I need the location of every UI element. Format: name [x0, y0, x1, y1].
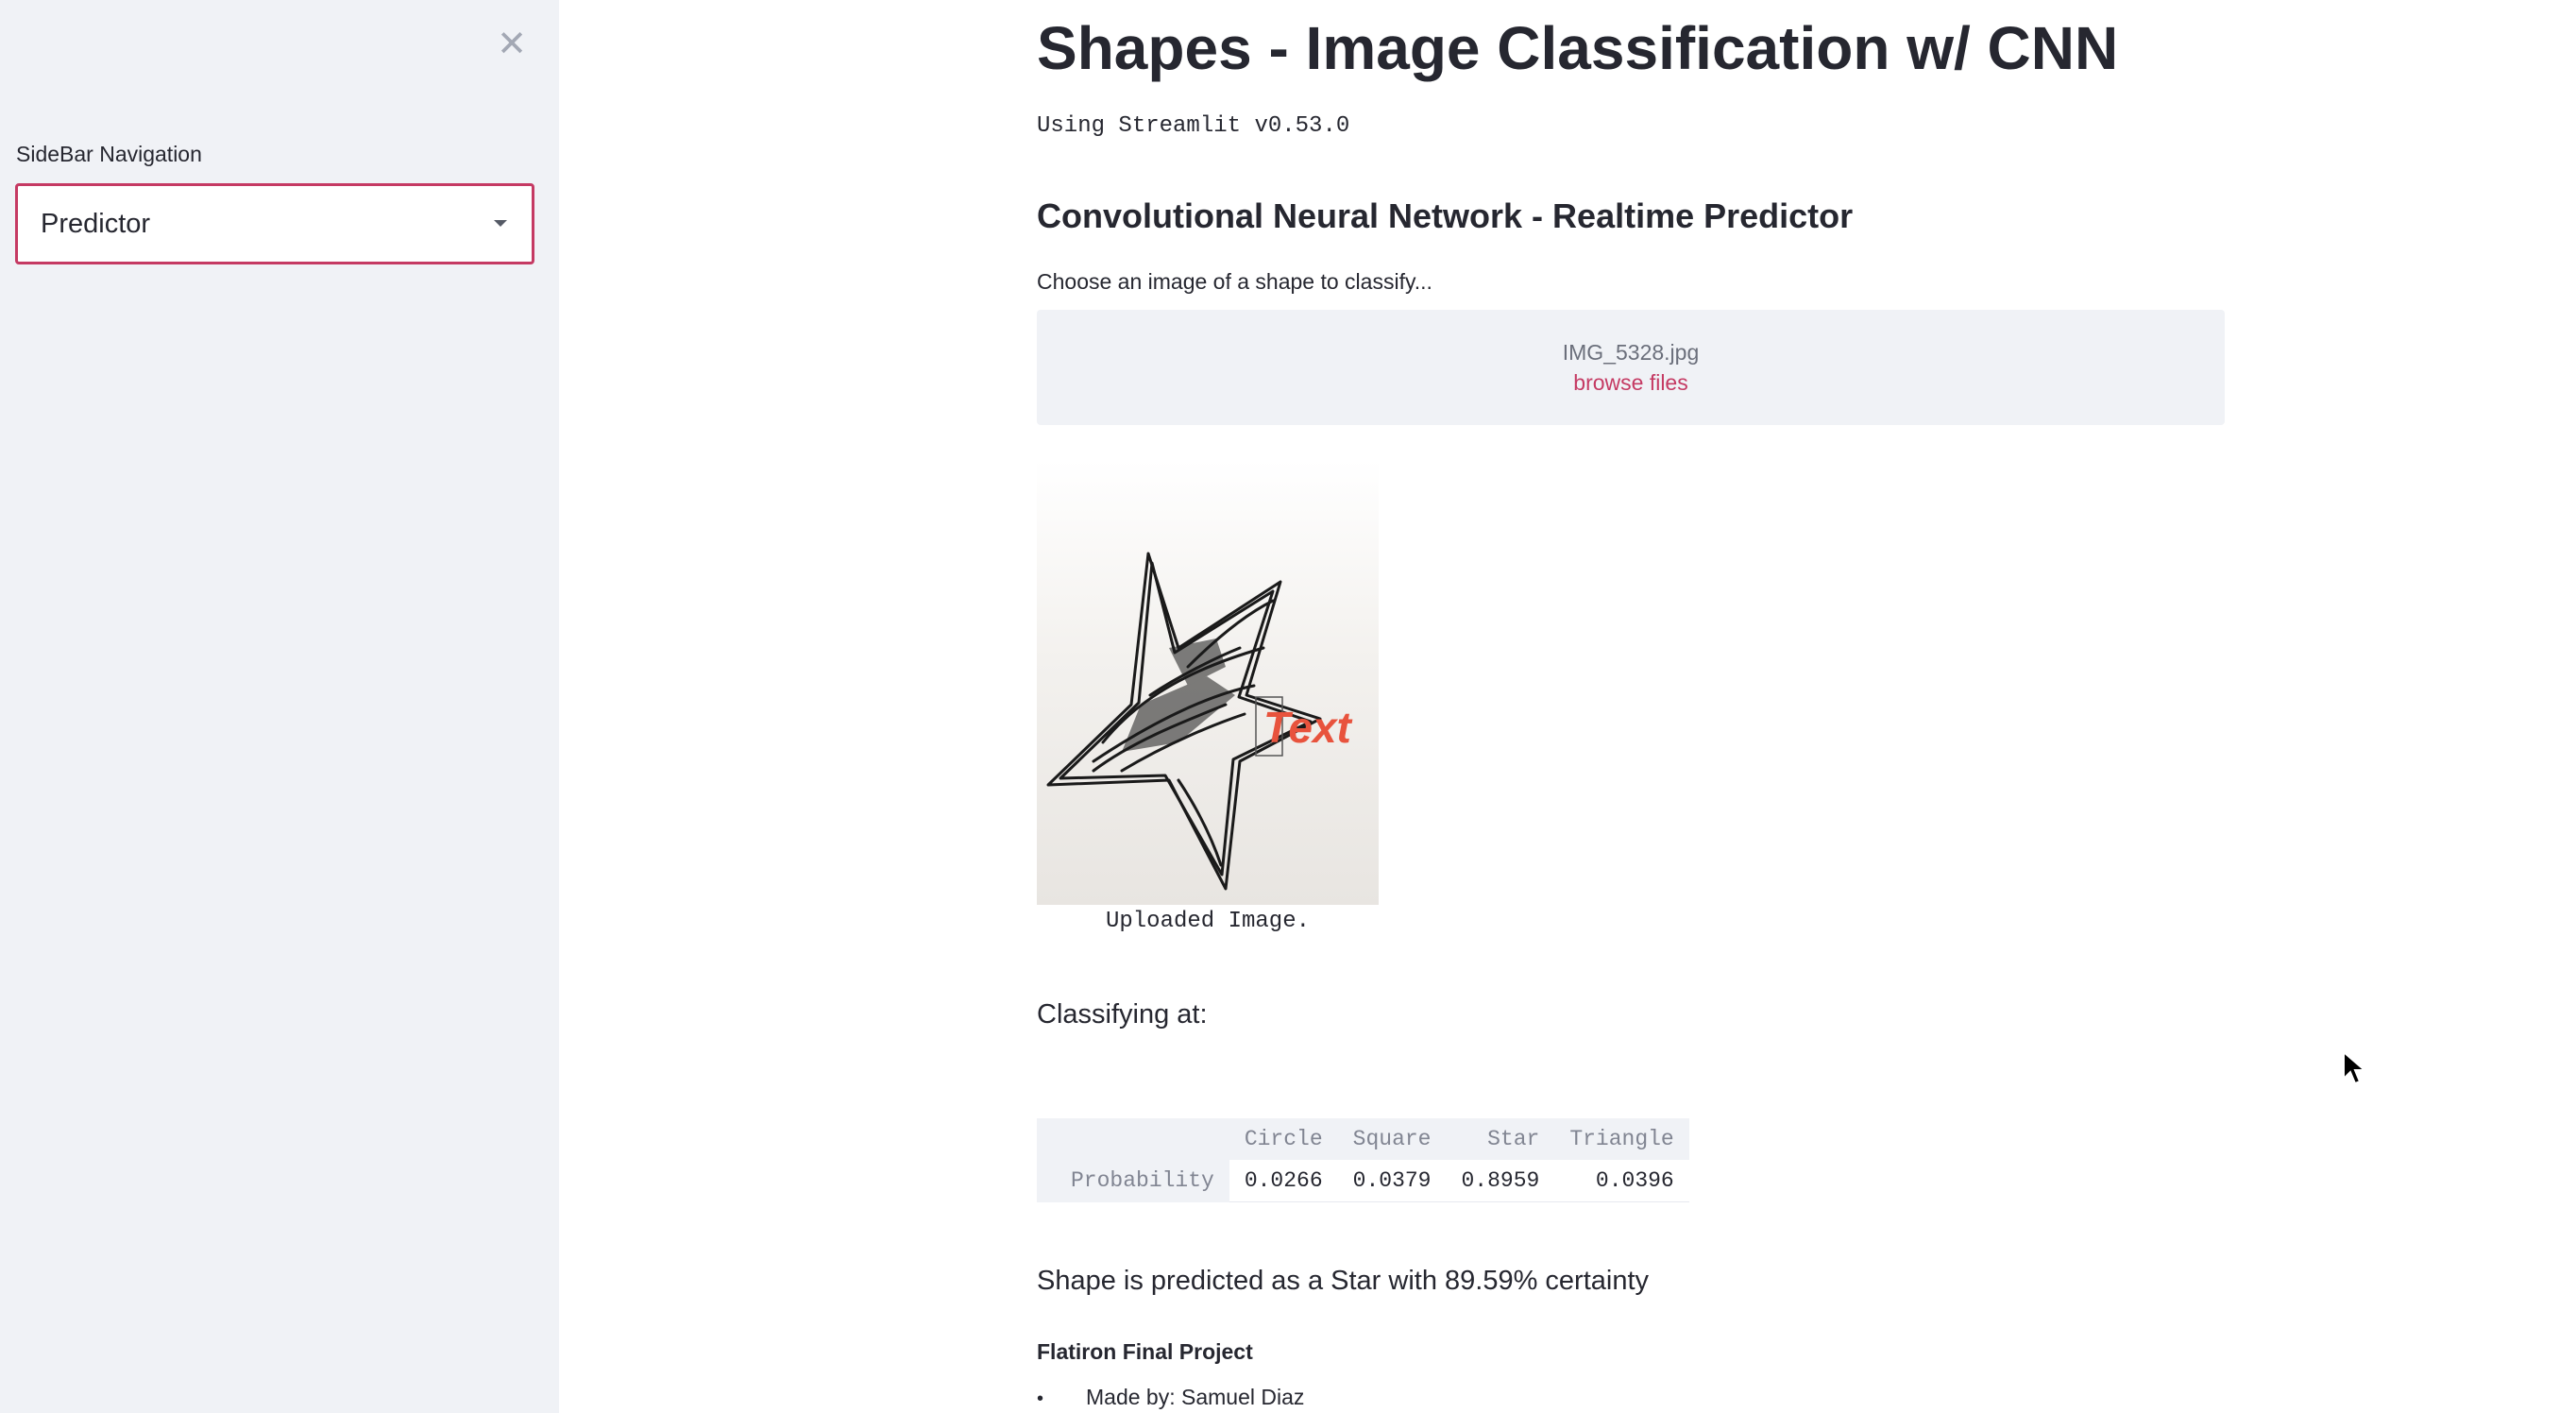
close-icon[interactable]: ✕: [493, 25, 531, 62]
list-item: Made by: Samuel Diaz: [1086, 1385, 1305, 1409]
column-header-star: Star: [1446, 1118, 1555, 1160]
cell-circle: 0.0266: [1229, 1160, 1338, 1202]
version-text: Using Streamlit v0.53.0: [1037, 113, 1350, 139]
star-drawing-image: Text: [1046, 552, 1353, 891]
column-header-circle: Circle: [1229, 1118, 1338, 1160]
prediction-text: Shape is predicted as a Star with 89.59%…: [1037, 1266, 1650, 1296]
uploaded-file-name: IMG_5328.jpg: [1562, 340, 1700, 365]
classifying-label: Classifying at:: [1037, 999, 1208, 1030]
mouse-pointer-icon: [2343, 1050, 2367, 1085]
cell-triangle: 0.0396: [1554, 1160, 1689, 1202]
cell-star: 0.8959: [1446, 1160, 1555, 1202]
probability-table: Circle Square Star Triangle Probability …: [1037, 1118, 1689, 1202]
chevron-down-icon: [494, 220, 507, 227]
image-overlay-text: Text: [1263, 703, 1353, 752]
sidebar: ✕ SideBar Navigation Predictor: [0, 0, 559, 1413]
image-caption: Uploaded Image.: [1105, 909, 1311, 934]
row-header-probability: Probability: [1037, 1160, 1229, 1202]
table-row: Probability 0.0266 0.0379 0.8959 0.0396: [1037, 1160, 1689, 1202]
nav-select[interactable]: Predictor: [15, 183, 534, 264]
uploaded-image: Text: [1037, 459, 1379, 905]
column-header-square: Square: [1337, 1118, 1447, 1160]
nav-select-value: Predictor: [41, 209, 151, 239]
column-header-triangle: Triangle: [1554, 1118, 1689, 1160]
file-uploader[interactable]: IMG_5328.jpg browse files: [1037, 310, 2225, 425]
browse-files-link[interactable]: browse files: [1037, 370, 2225, 396]
page-title: Shapes - Image Classification w/ CNN: [1037, 14, 2119, 82]
cell-square: 0.0379: [1337, 1160, 1447, 1202]
table-corner: [1037, 1118, 1229, 1160]
section-heading: Convolutional Neural Network - Realtime …: [1037, 196, 1854, 235]
footer-heading: Flatiron Final Project: [1037, 1339, 1253, 1364]
list-bullet: •: [1037, 1388, 1044, 1409]
uploader-label: Choose an image of a shape to classify..…: [1037, 269, 1432, 294]
sidebar-nav-label: SideBar Navigation: [16, 142, 202, 166]
